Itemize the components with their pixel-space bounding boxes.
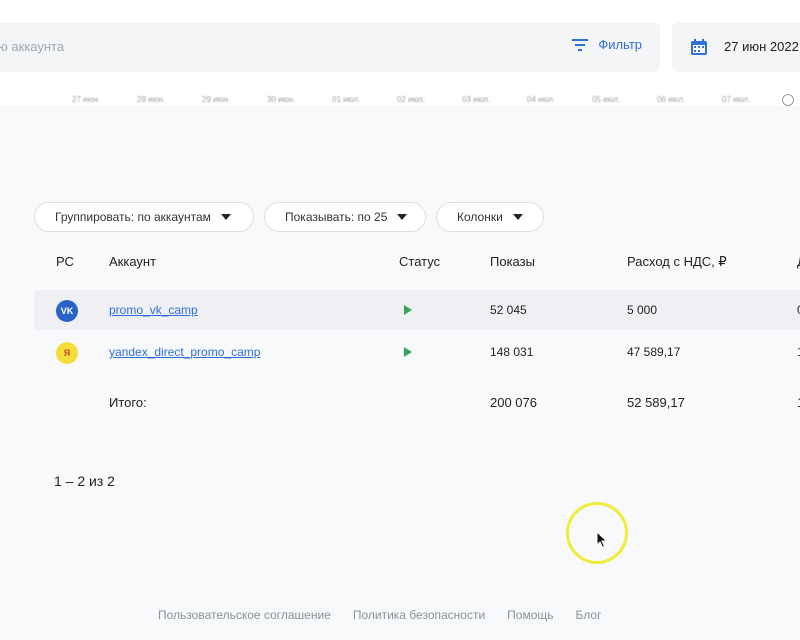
axis-tick: 06 июл. bbox=[657, 95, 686, 104]
footer: Пользовательское соглашение Политика без… bbox=[158, 608, 601, 622]
play-status-icon[interactable] bbox=[404, 305, 412, 315]
date-text: 27 июн 2022 bbox=[724, 39, 799, 54]
axis-tick: 01 июл. bbox=[332, 95, 361, 104]
chart-axis-strip: 27 июн. 28 июн. 29 июн. 30 июн. 01 июл. … bbox=[0, 92, 800, 106]
date-picker[interactable]: 27 июн 2022 bbox=[672, 22, 800, 72]
columns-label: Колонки bbox=[457, 210, 503, 224]
top-bar: ю аккаунта Фильтр 27 июн 2022 27 июн. 28… bbox=[0, 0, 800, 106]
header-impressions[interactable]: Показы bbox=[490, 254, 535, 269]
spend-cell: 5 000 bbox=[627, 303, 658, 317]
filter-button[interactable]: Фильтр bbox=[572, 37, 642, 52]
axis-tick: 02 июл. bbox=[397, 95, 426, 104]
total-impressions: 200 076 bbox=[490, 395, 537, 410]
axis-settings-icon[interactable] bbox=[782, 94, 794, 106]
group-by-dropdown[interactable]: Группировать: по аккаунтам bbox=[34, 202, 254, 232]
account-link[interactable]: promo_vk_camp bbox=[109, 303, 198, 317]
header-spend[interactable]: Расход с НДС, ₽ bbox=[627, 254, 727, 270]
axis-tick: 29 июн. bbox=[202, 95, 231, 104]
axis-tick: 27 июн. bbox=[72, 95, 101, 104]
page-size-dropdown[interactable]: Показывать: по 25 bbox=[264, 202, 426, 232]
table-controls: Группировать: по аккаунтам Показывать: п… bbox=[34, 202, 544, 232]
axis-tick: 30 июн. bbox=[267, 95, 296, 104]
header-ps[interactable]: РС bbox=[56, 254, 74, 269]
spend-cell: 47 589,17 bbox=[627, 345, 681, 359]
impressions-cell: 52 045 bbox=[490, 303, 527, 317]
vk-icon: VK bbox=[56, 300, 78, 322]
header-account[interactable]: Аккаунт bbox=[109, 254, 156, 269]
axis-tick: 05 июл. bbox=[592, 95, 621, 104]
axis-tick: 28 июн. bbox=[137, 95, 166, 104]
calendar-icon bbox=[691, 39, 707, 55]
page-size-label: Показывать: по 25 bbox=[285, 210, 388, 224]
search-input[interactable]: ю аккаунта Фильтр bbox=[0, 22, 660, 72]
axis-tick: 07 июл. bbox=[722, 95, 751, 104]
footer-link-blog[interactable]: Блог bbox=[576, 608, 602, 622]
caret-down-icon bbox=[512, 214, 523, 220]
play-status-icon[interactable] bbox=[404, 347, 412, 357]
mouse-cursor-icon bbox=[596, 531, 608, 549]
pagination-info: 1 – 2 из 2 bbox=[54, 473, 115, 489]
header-status[interactable]: Статус bbox=[399, 254, 440, 269]
total-spend: 52 589,17 bbox=[627, 395, 685, 410]
table-row[interactable]: Я yandex_direct_promo_camp 148 031 47 58… bbox=[34, 332, 800, 372]
group-by-label: Группировать: по аккаунтам bbox=[55, 210, 211, 224]
filter-icon bbox=[572, 38, 589, 51]
total-label: Итого: bbox=[109, 395, 147, 410]
footer-link-security[interactable]: Политика безопасности bbox=[353, 608, 485, 622]
yandex-icon: Я bbox=[56, 342, 78, 364]
table-header: РС Аккаунт Статус Показы Расход с НДС, ₽… bbox=[0, 254, 800, 272]
columns-dropdown[interactable]: Колонки bbox=[436, 202, 544, 232]
impressions-cell: 148 031 bbox=[490, 345, 534, 359]
filter-label: Фильтр bbox=[598, 37, 642, 52]
axis-tick: 04 июл. bbox=[527, 95, 556, 104]
caret-down-icon bbox=[397, 214, 408, 220]
axis-tick: 03 июл. bbox=[462, 95, 491, 104]
table-row[interactable]: VK promo_vk_camp 52 045 5 000 0 bbox=[34, 290, 800, 330]
footer-link-help[interactable]: Помощь bbox=[507, 608, 553, 622]
search-placeholder: ю аккаунта bbox=[0, 39, 65, 54]
account-link[interactable]: yandex_direct_promo_camp bbox=[109, 345, 260, 359]
caret-down-icon bbox=[220, 214, 231, 220]
footer-link-terms[interactable]: Пользовательское соглашение bbox=[158, 608, 331, 622]
